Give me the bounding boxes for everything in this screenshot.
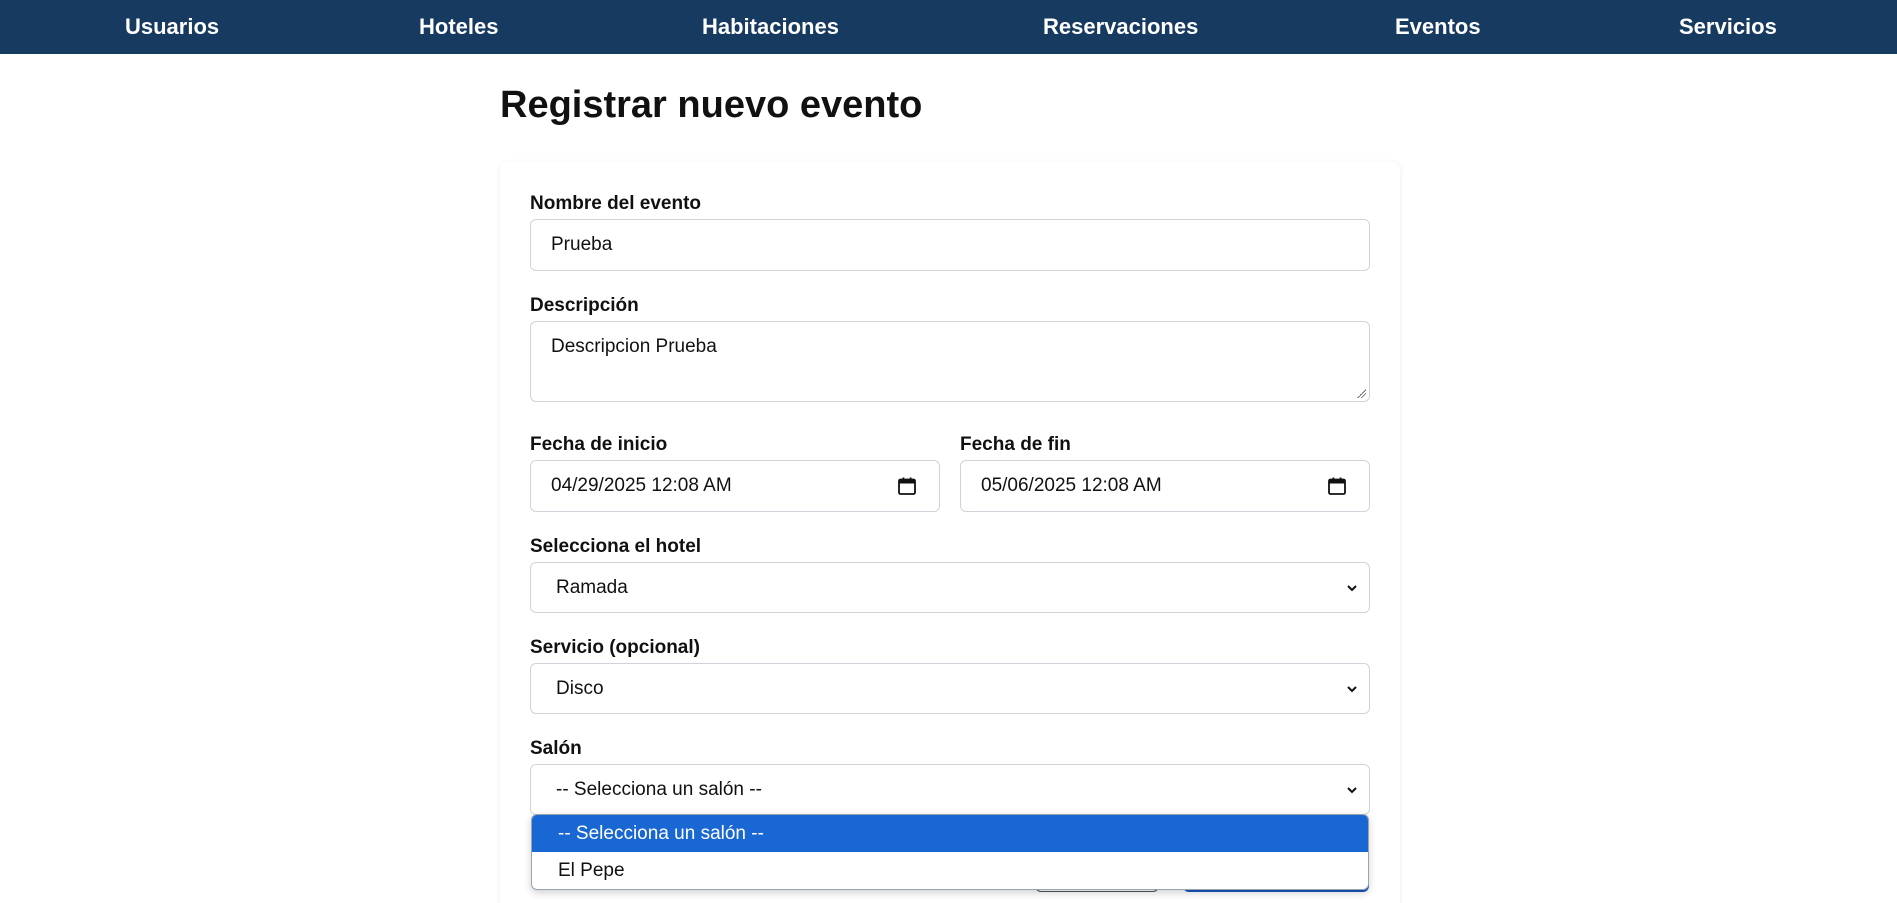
salon-selected-value: -- Selecciona un salón -- <box>556 778 762 800</box>
chevron-down-icon <box>1347 786 1357 793</box>
service-selected-value: Disco <box>556 677 604 699</box>
calendar-icon[interactable] <box>897 476 917 496</box>
nav-reservaciones[interactable]: Reservaciones <box>1043 0 1198 54</box>
end-date-label: Fecha de fin <box>960 434 1071 455</box>
description-textarea[interactable]: Descripcion Prueba <box>530 321 1370 402</box>
hotel-selected-value: Ramada <box>556 576 628 598</box>
nav-hoteles[interactable]: Hoteles <box>419 0 498 54</box>
nav-usuarios[interactable]: Usuarios <box>125 0 219 54</box>
nav-habitaciones[interactable]: Habitaciones <box>702 0 839 54</box>
event-name-label: Nombre del evento <box>530 193 702 214</box>
nav-servicios[interactable]: Servicios <box>1679 0 1777 54</box>
start-date-input[interactable]: 04/29/2025 12:08 AM <box>530 460 940 512</box>
salon-dropdown-list: -- Selecciona un salón -- El Pepe <box>531 814 1369 890</box>
nav-eventos[interactable]: Eventos <box>1395 0 1481 54</box>
salon-option-el-pepe[interactable]: El Pepe <box>532 852 1368 889</box>
resize-handle-icon[interactable] <box>1357 389 1366 398</box>
salon-option-placeholder[interactable]: -- Selecciona un salón -- <box>532 815 1368 852</box>
chevron-down-icon <box>1347 685 1357 692</box>
event-name-value: Prueba <box>551 234 613 255</box>
page-title: Registrar nuevo evento <box>500 84 923 126</box>
end-date-input[interactable]: 05/06/2025 12:08 AM <box>960 460 1370 512</box>
description-label: Descripción <box>530 295 639 316</box>
hotel-select[interactable]: Ramada <box>530 562 1370 613</box>
salon-select[interactable]: -- Selecciona un salón -- <box>530 764 1370 815</box>
hotel-label: Selecciona el hotel <box>530 536 702 557</box>
start-date-value: 04/29/2025 12:08 AM <box>551 475 732 496</box>
chevron-down-icon <box>1347 584 1357 591</box>
salon-label: Salón <box>530 738 582 759</box>
start-date-label: Fecha de inicio <box>530 434 668 455</box>
event-name-input[interactable]: Prueba <box>530 219 1370 271</box>
calendar-icon[interactable] <box>1327 476 1347 496</box>
top-navigation: Usuarios Hoteles Habitaciones Reservacio… <box>0 0 1897 54</box>
service-label: Servicio (opcional) <box>530 637 700 658</box>
service-select[interactable]: Disco <box>530 663 1370 714</box>
description-value: Descripcion Prueba <box>551 336 717 357</box>
end-date-value: 05/06/2025 12:08 AM <box>981 475 1162 496</box>
